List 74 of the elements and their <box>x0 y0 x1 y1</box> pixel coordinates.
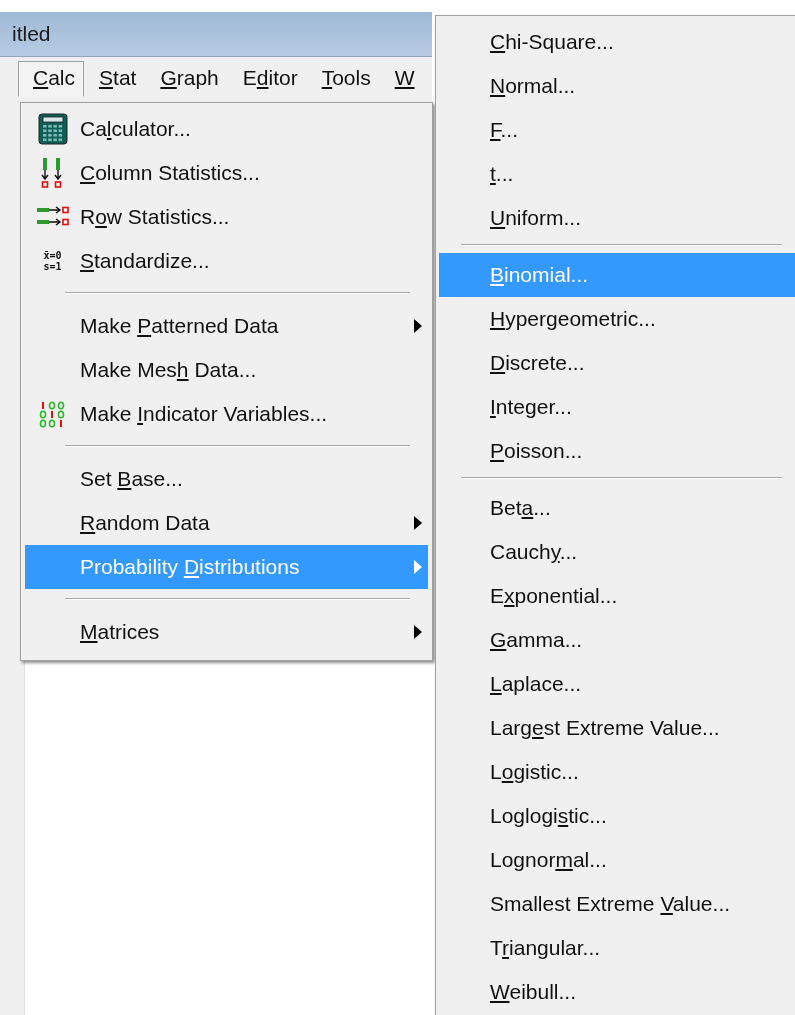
menu-item[interactable]: x̄=0 s=1 Standardize... <box>25 239 428 283</box>
menu-item-label: Normal... <box>490 74 576 98</box>
menu-item-label: Standardize... <box>80 249 210 273</box>
menu-item-label: Uniform... <box>490 206 582 230</box>
window-title: itled <box>12 22 51 46</box>
menu-item-label: Column Statistics... <box>80 161 260 185</box>
menu-item-label: Beta... <box>490 496 551 520</box>
menu-item-label: Cauchy... <box>490 540 578 564</box>
menu-item[interactable]: Loglogistic... <box>439 794 795 838</box>
menu-item[interactable]: Lognormal... <box>439 838 795 882</box>
menu-item-label: Hypergeometric... <box>490 307 656 331</box>
menu-item-label: Laplace... <box>490 672 582 696</box>
menu-item-label: Loglogistic... <box>490 804 607 828</box>
menu-item-label: Matrices <box>80 620 160 644</box>
menu-item[interactable]: Hypergeometric... <box>439 297 795 341</box>
menu-item-label: t... <box>490 162 514 186</box>
menu-item-label: Smallest Extreme Value... <box>490 892 731 916</box>
menu-bar-item[interactable]: W <box>379 61 424 97</box>
menu-item-label: Discrete... <box>490 351 585 375</box>
menu-item[interactable]: Make Indicator Variables... <box>25 392 428 436</box>
menu-item-label: Row Statistics... <box>80 205 230 229</box>
menu-item[interactable]: Triangular... <box>439 926 795 970</box>
standardize-icon: x̄=0 s=1 <box>43 250 62 272</box>
menu-item-label: Binomial... <box>490 263 589 287</box>
menu-item-label: Chi-Square... <box>490 30 614 54</box>
menu-item-label: Triangular... <box>490 936 601 960</box>
menu-item[interactable]: Beta... <box>439 486 795 530</box>
menu-item[interactable]: Make Mesh Data... <box>25 348 428 392</box>
menu-item[interactable]: Laplace... <box>439 662 795 706</box>
menu-item[interactable]: Row Statistics... <box>25 195 428 239</box>
menu-item-label: Integer... <box>490 395 572 419</box>
menu-item[interactable]: F... <box>439 108 795 152</box>
menu-item[interactable]: Smallest Extreme Value... <box>439 882 795 926</box>
menu-bar-item[interactable]: Graph <box>145 61 228 97</box>
menu-item-label: Logistic... <box>490 760 579 784</box>
menu-item[interactable]: Poisson... <box>439 429 795 473</box>
menu-item-label: Probability Distributions <box>80 555 300 579</box>
menu-item[interactable]: t... <box>439 152 795 196</box>
menu-item[interactable]: Integer... <box>439 385 795 429</box>
indicator-grid-icon <box>38 400 67 428</box>
menu-item[interactable]: Largest Extreme Value... <box>439 706 795 750</box>
menu-item-label: Gamma... <box>490 628 583 652</box>
menu-bar-item[interactable]: Tools <box>306 61 380 97</box>
menu-bar-item[interactable]: Editor <box>227 61 307 97</box>
menu-item[interactable]: Random Data <box>25 501 428 545</box>
menu-item[interactable]: Calculator... <box>25 107 428 151</box>
menu-item-label: Calculator... <box>80 117 191 141</box>
menu-bar-item[interactable]: Stat <box>84 61 146 97</box>
menu-item[interactable]: Normal... <box>439 64 795 108</box>
menu-item[interactable]: Set Base... <box>25 457 428 501</box>
menu-item-label: Weibull... <box>490 980 576 1004</box>
calculator-icon <box>37 113 68 145</box>
menu-item[interactable]: Discrete... <box>439 341 795 385</box>
menu-item[interactable]: Make Patterned Data <box>25 304 428 348</box>
menu-item-label: Set Base... <box>80 467 183 491</box>
menu-item[interactable]: Uniform... <box>439 196 795 240</box>
menu-item-label: Poisson... <box>490 439 583 463</box>
menu-item[interactable]: Chi-Square... <box>439 20 795 64</box>
menu-item-label: Random Data <box>80 511 210 535</box>
menu-item[interactable]: Column Statistics... <box>25 151 428 195</box>
menu-item-label: Largest Extreme Value... <box>490 716 720 740</box>
menu-item-label: Lognormal... <box>490 848 607 872</box>
menu-item-label: Exponential... <box>490 584 618 608</box>
menu-item[interactable]: Gamma... <box>439 618 795 662</box>
menu-item-label: F... <box>490 118 518 142</box>
menu-item[interactable]: Weibull... <box>439 970 795 1014</box>
menu-item-label: Make Indicator Variables... <box>80 402 328 426</box>
menu-item[interactable]: Logistic... <box>439 750 795 794</box>
menu-item[interactable]: Cauchy... <box>439 530 795 574</box>
menu-bar-item[interactable]: Calc <box>18 61 85 97</box>
menu-item-label: Make Patterned Data <box>80 314 279 338</box>
menu-item[interactable]: Exponential... <box>439 574 795 618</box>
menu-item[interactable]: Matrices <box>25 610 428 654</box>
menu-item-label: Make Mesh Data... <box>80 358 257 382</box>
